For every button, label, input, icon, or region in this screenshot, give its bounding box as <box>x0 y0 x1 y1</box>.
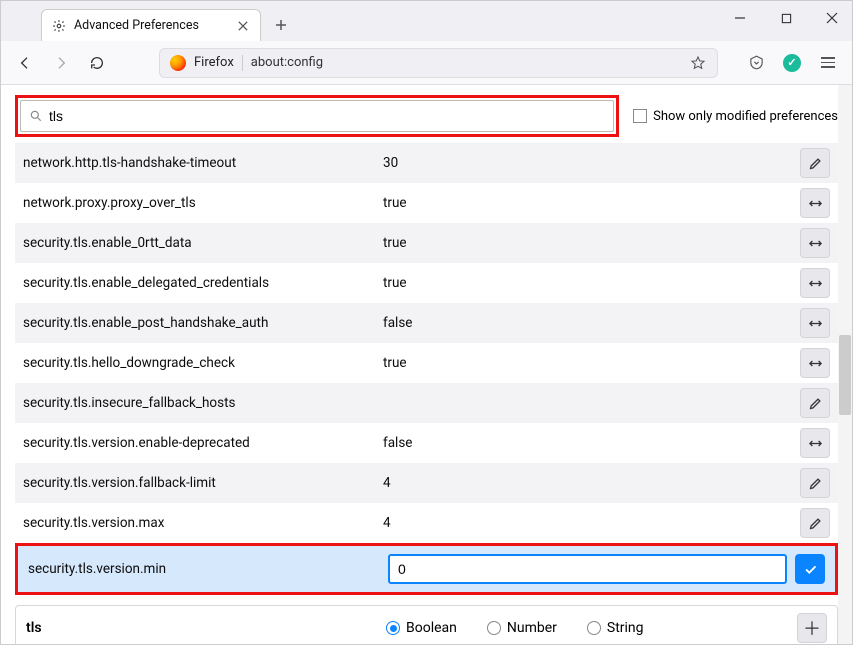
add-pref-button[interactable]: ＋ <box>797 613 827 643</box>
pref-value: true <box>383 195 800 211</box>
pref-row: security.tls.version.enable-deprecatedfa… <box>15 423 838 463</box>
pref-edit-button[interactable] <box>800 508 830 538</box>
new-pref-row: tls Boolean Number String ＋ <box>15 605 838 644</box>
pref-value: 4 <box>383 475 800 491</box>
pref-value: 4 <box>383 515 800 531</box>
pref-row: network.http.tls-handshake-timeout30 <box>15 143 838 183</box>
edit-row-highlight: security.tls.version.min <box>15 543 838 595</box>
pref-name: security.tls.enable_delegated_credential… <box>23 275 383 291</box>
pref-row: security.tls.enable_0rtt_datatrue <box>15 223 838 263</box>
hamburger-icon <box>821 57 835 68</box>
pref-edit-input[interactable] <box>388 554 787 584</box>
new-pref-name: tls <box>26 620 386 636</box>
pref-value: true <box>383 235 800 251</box>
scrollbar-thumb[interactable] <box>839 335 851 415</box>
pref-row: security.tls.version.fallback-limit4 <box>15 463 838 503</box>
pref-search-input[interactable] <box>49 108 605 124</box>
forward-button[interactable] <box>47 49 75 77</box>
tab-title: Advanced Preferences <box>74 18 228 33</box>
url-text: about:config <box>251 55 681 70</box>
type-radio-boolean[interactable]: Boolean <box>386 620 457 636</box>
pref-name: security.tls.version.max <box>23 515 383 531</box>
url-separator <box>242 55 243 71</box>
reload-button[interactable] <box>83 49 111 77</box>
window-controls <box>726 7 846 29</box>
pref-row: security.tls.hello_downgrade_checktrue <box>15 343 838 383</box>
pref-value: false <box>383 315 800 331</box>
browser-window: Advanced Preferences Firefox abo <box>0 0 853 645</box>
extension-icon[interactable]: ✓ <box>778 49 806 77</box>
app-menu-button[interactable] <box>814 49 842 77</box>
scrollbar-track[interactable] <box>838 85 852 644</box>
search-highlight <box>15 95 619 137</box>
firefox-icon <box>170 55 186 71</box>
firefox-label: Firefox <box>194 55 234 70</box>
pref-value: 30 <box>383 155 800 171</box>
window-minimize[interactable] <box>726 7 754 29</box>
show-modified-label: Show only modified preferences <box>653 109 838 124</box>
pref-save-button[interactable] <box>795 554 825 584</box>
pref-name: security.tls.enable_post_handshake_auth <box>23 315 383 331</box>
pref-name: security.tls.enable_0rtt_data <box>23 235 383 251</box>
pref-search-box[interactable] <box>20 100 614 132</box>
pref-row: security.tls.enable_delegated_credential… <box>15 263 838 303</box>
checkbox-icon <box>633 109 647 123</box>
pocket-icon[interactable] <box>742 49 770 77</box>
pref-list: network.http.tls-handshake-timeout30netw… <box>1 143 852 543</box>
gear-icon <box>52 19 66 33</box>
new-pref-type-group: Boolean Number String <box>386 620 797 636</box>
type-label-string: String <box>607 620 644 636</box>
window-maximize[interactable] <box>772 7 800 29</box>
pref-name: security.tls.hello_downgrade_check <box>23 355 383 371</box>
pref-edit-button[interactable] <box>800 388 830 418</box>
pref-toggle-button[interactable] <box>800 228 830 258</box>
pref-row-editing: security.tls.version.min <box>20 548 833 590</box>
pref-value: true <box>383 355 800 371</box>
radio-icon <box>487 621 501 635</box>
green-circle-icon: ✓ <box>783 54 801 72</box>
pref-name: security.tls.insecure_fallback_hosts <box>23 395 383 411</box>
pref-value: true <box>383 275 800 291</box>
pref-edit-button[interactable] <box>800 468 830 498</box>
type-radio-string[interactable]: String <box>587 620 644 636</box>
show-modified-checkbox[interactable]: Show only modified preferences <box>633 109 838 124</box>
browser-tab[interactable]: Advanced Preferences <box>41 9 261 41</box>
aboutconfig-content: Show only modified preferences network.h… <box>1 85 852 644</box>
type-label-number: Number <box>507 620 557 636</box>
pref-row: security.tls.insecure_fallback_hosts <box>15 383 838 423</box>
type-radio-number[interactable]: Number <box>487 620 557 636</box>
pref-toggle-button[interactable] <box>800 428 830 458</box>
window-close[interactable] <box>818 7 846 29</box>
pref-edit-button[interactable] <box>800 148 830 178</box>
pref-name: network.http.tls-handshake-timeout <box>23 155 383 171</box>
new-tab-button[interactable] <box>267 11 295 39</box>
pref-row: security.tls.enable_post_handshake_authf… <box>15 303 838 343</box>
pref-toggle-button[interactable] <box>800 188 830 218</box>
pref-row: network.proxy.proxy_over_tlstrue <box>15 183 838 223</box>
back-button[interactable] <box>11 49 39 77</box>
search-icon <box>29 109 43 123</box>
url-bar[interactable]: Firefox about:config <box>159 48 718 78</box>
pref-toggle-button[interactable] <box>800 348 830 378</box>
radio-icon <box>587 621 601 635</box>
pref-name: security.tls.version.fallback-limit <box>23 475 383 491</box>
nav-toolbar: Firefox about:config ✓ <box>1 41 852 85</box>
pref-name: security.tls.version.enable-deprecated <box>23 435 383 451</box>
pref-name: security.tls.version.min <box>28 561 388 577</box>
pref-name: network.proxy.proxy_over_tls <box>23 195 383 211</box>
pref-row: security.tls.version.max4 <box>15 503 838 543</box>
pref-toggle-button[interactable] <box>800 268 830 298</box>
pref-value: false <box>383 435 800 451</box>
type-label-boolean: Boolean <box>406 620 457 636</box>
radio-icon <box>386 621 400 635</box>
bookmark-star-icon[interactable] <box>689 54 707 72</box>
titlebar: Advanced Preferences <box>1 1 852 41</box>
pref-toggle-button[interactable] <box>800 308 830 338</box>
tab-close-icon[interactable] <box>236 19 250 33</box>
